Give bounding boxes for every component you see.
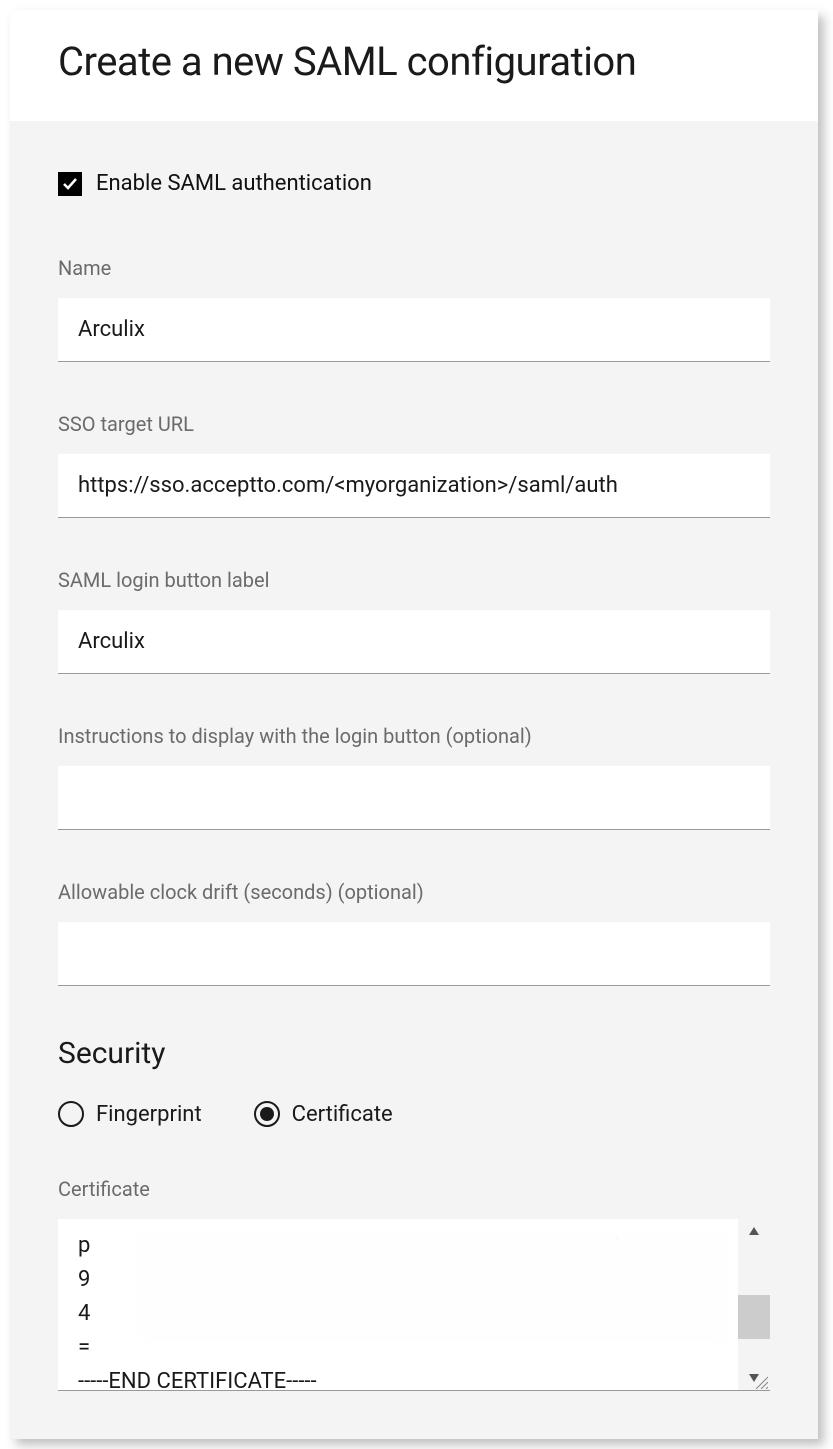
resize-icon (752, 1373, 768, 1389)
certificate-radio[interactable]: Certificate (254, 1101, 393, 1127)
enable-saml-row: Enable SAML authentication (58, 171, 770, 196)
redaction-overlay (138, 1231, 728, 1341)
enable-saml-label: Enable SAML authentication (96, 171, 372, 196)
name-label: Name (58, 256, 770, 280)
check-icon (62, 176, 78, 192)
login-button-label-input[interactable] (58, 610, 770, 674)
certificate-field: Certificate p vt 9 4 (58, 1177, 770, 1391)
instructions-input[interactable] (58, 766, 770, 830)
clock-drift-input[interactable] (58, 922, 770, 986)
sso-url-label: SSO target URL (58, 412, 770, 436)
name-field: Name (58, 256, 770, 362)
panel-body: Enable SAML authentication Name SSO targ… (10, 121, 818, 1439)
instructions-label: Instructions to display with the login b… (58, 724, 770, 748)
login-button-label-field: SAML login button label (58, 568, 770, 674)
certificate-label: Certificate (58, 1177, 770, 1201)
security-radio-group: Fingerprint Certificate (58, 1101, 770, 1127)
scroll-thumb[interactable] (738, 1295, 770, 1339)
security-heading: Security (58, 1036, 770, 1071)
sso-url-input[interactable] (58, 454, 770, 518)
panel-header: Create a new SAML configuration (10, 10, 818, 121)
scroll-up-button[interactable] (738, 1219, 770, 1243)
page-title: Create a new SAML configuration (58, 38, 770, 85)
clock-drift-field: Allowable clock drift (seconds) (optiona… (58, 880, 770, 986)
clock-drift-label: Allowable clock drift (seconds) (optiona… (58, 880, 770, 904)
enable-saml-checkbox[interactable] (58, 172, 82, 196)
fingerprint-radio[interactable]: Fingerprint (58, 1101, 202, 1127)
triangle-up-icon (749, 1227, 759, 1235)
certificate-radio-label: Certificate (292, 1102, 393, 1127)
certificate-scrollbar[interactable] (738, 1219, 770, 1391)
fingerprint-radio-circle (58, 1101, 84, 1127)
name-input[interactable] (58, 298, 770, 362)
login-button-label-label: SAML login button label (58, 568, 770, 592)
instructions-field: Instructions to display with the login b… (58, 724, 770, 830)
certificate-wrap: p vt 9 4 Vc = (58, 1219, 770, 1391)
fingerprint-radio-label: Fingerprint (96, 1102, 202, 1127)
saml-config-panel: Create a new SAML configuration Enable S… (10, 10, 818, 1439)
certificate-radio-circle (254, 1101, 280, 1127)
sso-url-field: SSO target URL (58, 412, 770, 518)
resize-handle[interactable] (752, 1373, 768, 1389)
